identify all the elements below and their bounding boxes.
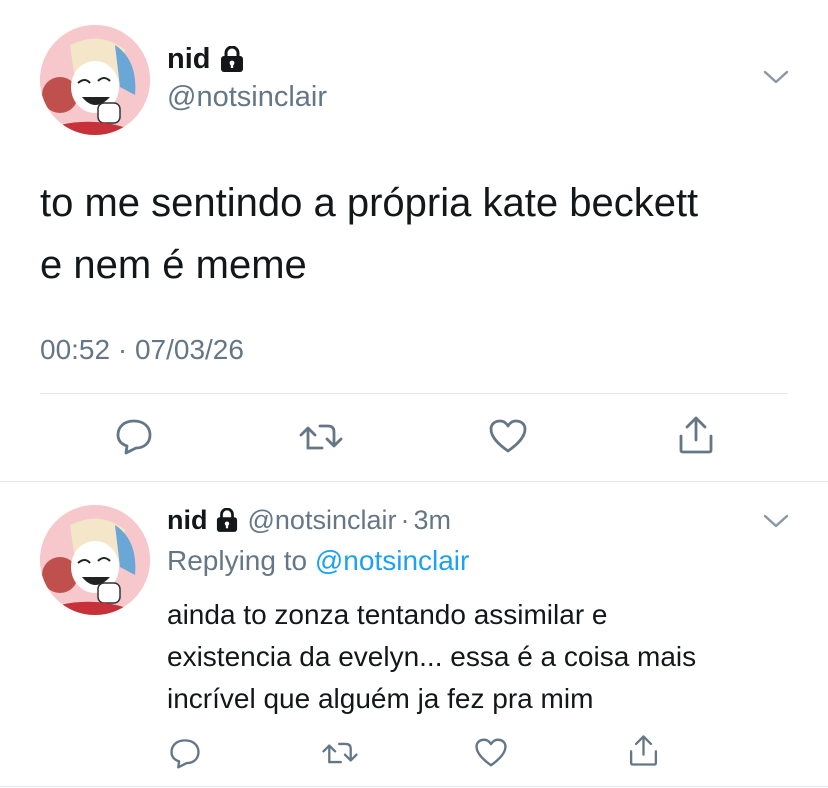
reply-text-line: ainda to zonza tentando assimilar e [167,599,608,630]
lock-icon [216,508,238,532]
chevron-down-icon[interactable] [762,68,790,91]
time-separator: · [400,504,410,535]
author-handle[interactable]: @notsinclair [167,80,327,114]
share-button[interactable] [676,414,716,456]
retweet-button[interactable] [298,420,344,454]
replying-prefix: Replying to [167,545,308,576]
tweet-text-line: e nem é meme [40,243,307,287]
tweet-time[interactable]: 3m [413,505,451,536]
tweet-separator [0,481,828,482]
share-button[interactable] [627,733,660,768]
avatar-image [40,25,150,135]
heart-icon [489,419,527,453]
retweet-icon [322,742,358,764]
reply-button[interactable] [114,417,154,455]
tweet-timestamp[interactable]: 00:52 · 07/03/26 [40,333,244,367]
avatar[interactable] [40,505,150,615]
display-name[interactable]: nid [167,505,208,536]
tweet-text-line: to me sentindo a própria kate beckett [40,181,699,225]
like-button[interactable] [474,737,508,768]
lock-icon [220,46,244,72]
divider [40,393,788,394]
reply-text-line: existencia da evelyn... essa é a coisa m… [167,641,697,672]
heart-icon [475,738,507,767]
display-name[interactable]: nid [167,43,211,76]
reply-text: ainda to zonza tentando assimilar e exis… [167,594,696,720]
share-icon [629,735,658,766]
retweet-icon [299,424,343,450]
comment-icon [116,419,152,455]
author-name-row: nid [167,42,244,76]
like-button[interactable] [488,418,528,454]
comment-icon [170,739,200,769]
share-icon [679,416,713,454]
bottom-divider [0,786,828,787]
tweet-text: to me sentindo a própria kate beckett e … [40,172,698,296]
chevron-down-icon[interactable] [762,512,790,535]
reply-header: nid @notsinclair · 3m [167,503,451,537]
reply-button[interactable] [168,737,202,769]
avatar-image [40,505,150,615]
avatar[interactable] [40,25,150,135]
reply-text-line: incrível que alguém ja fez pra mim [167,683,594,714]
replying-to: Replying to @notsinclair [167,544,469,578]
retweet-button[interactable] [321,739,359,767]
author-handle[interactable]: @notsinclair [248,505,397,536]
replying-to-link[interactable]: @notsinclair [315,545,469,576]
